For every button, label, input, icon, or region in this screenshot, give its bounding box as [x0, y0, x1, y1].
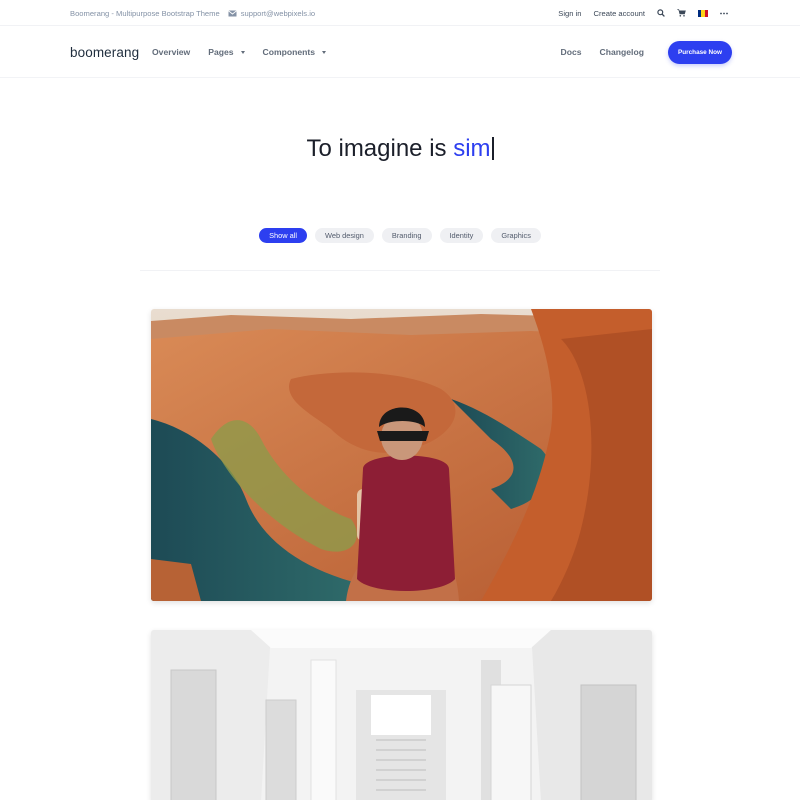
- create-account-link[interactable]: Create account: [594, 9, 646, 18]
- top-bar-left: Boomerang - Multipurpose Bootstrap Theme…: [70, 0, 315, 26]
- nav-item-overview[interactable]: Overview: [152, 47, 190, 57]
- top-bar: Boomerang - Multipurpose Bootstrap Theme…: [0, 0, 800, 26]
- nav-menu: Overview Pages Components: [152, 26, 327, 78]
- main-navbar: boomerang Overview Pages Components Docs…: [0, 26, 800, 78]
- nav-item-docs[interactable]: Docs: [561, 47, 582, 57]
- top-bar-right: Sign in Create account: [558, 0, 728, 26]
- search-icon[interactable]: [657, 9, 665, 17]
- more-icon[interactable]: [720, 12, 728, 15]
- nav-item-label: Overview: [152, 47, 191, 57]
- nav-item-label: Components: [262, 47, 316, 57]
- gallery-item-canyon[interactable]: [151, 309, 652, 601]
- flag-stripe: [704, 9, 708, 17]
- hero-title-typed: sim: [453, 135, 491, 162]
- cart-icon[interactable]: [677, 9, 686, 17]
- support-email: support@webpixels.io: [240, 8, 316, 18]
- section-divider: [140, 270, 660, 271]
- nav-item-components[interactable]: Components: [263, 47, 327, 57]
- hero-title: To imagine is sim: [0, 135, 800, 163]
- gallery-item-interior[interactable]: [151, 630, 652, 800]
- chevron-down-icon: [240, 50, 245, 54]
- filter-branding[interactable]: Branding: [381, 228, 432, 243]
- filter-identity[interactable]: Identity: [439, 228, 484, 243]
- hero-title-static: To imagine is: [306, 135, 454, 162]
- filter-show-all[interactable]: Show all: [259, 228, 307, 243]
- typing-cursor: [491, 137, 494, 160]
- brand-logo[interactable]: boomerang: [70, 26, 139, 78]
- filter-web-design[interactable]: Web design: [315, 228, 374, 243]
- canyon-photo: [151, 309, 652, 601]
- portfolio-filters: Show all Web design Branding Identity Gr…: [0, 228, 800, 243]
- flag-icon[interactable]: [698, 9, 708, 17]
- purchase-now-button[interactable]: Purchase Now: [667, 40, 732, 64]
- sign-in-link[interactable]: Sign in: [558, 9, 581, 18]
- nav-item-pages[interactable]: Pages: [208, 47, 245, 57]
- nav-right: Docs Changelog Purchase Now: [561, 26, 732, 78]
- support-email-link[interactable]: support@webpixels.io: [227, 8, 316, 18]
- chevron-down-icon: [322, 50, 327, 54]
- filter-graphics[interactable]: Graphics: [491, 228, 541, 243]
- envelope-icon: [227, 9, 237, 17]
- nav-item-label: Pages: [208, 47, 234, 57]
- white-interior-photo: [151, 630, 652, 800]
- site-title: Boomerang - Multipurpose Bootstrap Theme: [70, 8, 220, 18]
- nav-item-changelog[interactable]: Changelog: [600, 47, 644, 57]
